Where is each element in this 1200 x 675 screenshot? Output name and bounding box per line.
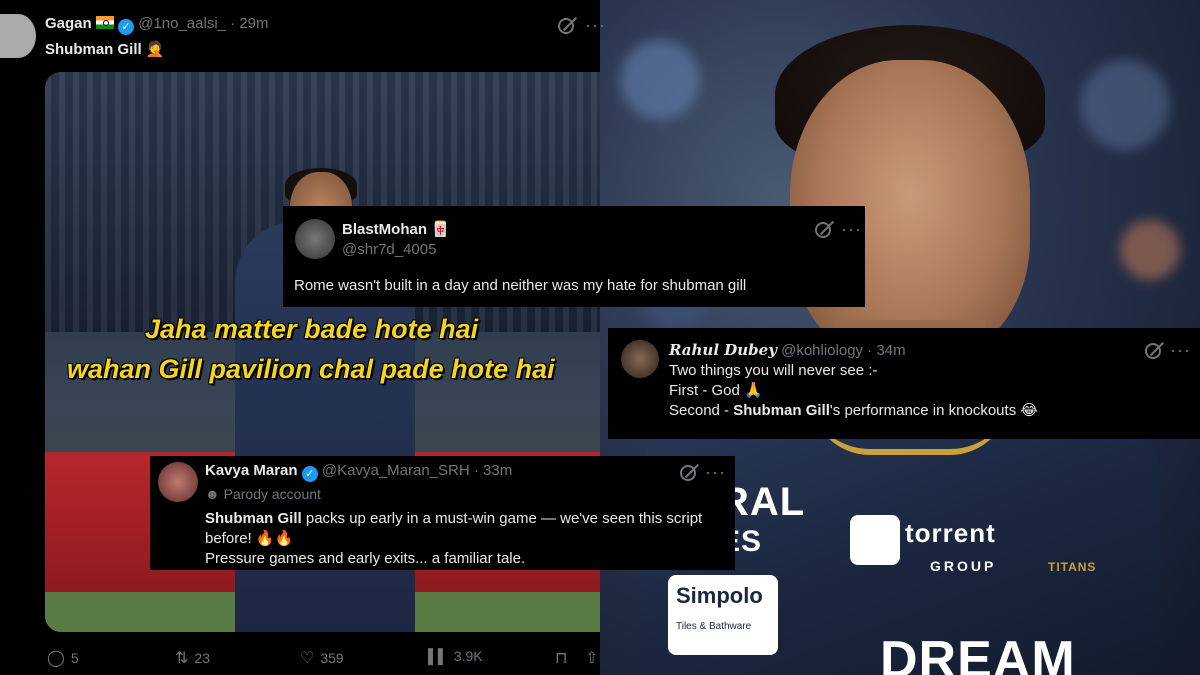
display-name[interactable]: Rahul Dubey <box>669 341 777 359</box>
verified-icon: ✓ <box>301 466 318 482</box>
avatar[interactable] <box>158 462 198 502</box>
timestamp[interactable]: 33m <box>483 462 512 479</box>
main-tweet[interactable]: Gagan ✓ @1no_aalsi_ · 29m ··· Shubman Gi… <box>0 0 605 675</box>
grok-icon[interactable] <box>815 222 831 238</box>
tweet-line-2: First - God 🙏 <box>669 382 763 399</box>
display-name[interactable]: Gagan <box>45 15 92 32</box>
avatar[interactable] <box>295 219 335 259</box>
like-button[interactable]: ♡ 359 <box>300 648 344 668</box>
display-name[interactable]: Kavya Maran <box>205 462 298 479</box>
torrent-logo <box>850 515 900 565</box>
like-count: 359 <box>320 650 344 666</box>
tweet-card-blastmohan[interactable]: BlastMohan 🀄 @shr7d_4005 ··· Rome wasn't… <box>283 206 865 307</box>
tweet-line-3: Second - Shubman Gill's performance in k… <box>669 401 1194 421</box>
line3-bold: Shubman Gill <box>733 402 830 419</box>
share-icon: ⇧ <box>585 650 599 667</box>
sponsor-simpolo-label: Simpolo <box>676 583 763 608</box>
views-count: 3.9K <box>453 648 483 664</box>
avatar[interactable] <box>621 340 659 378</box>
avatar[interactable] <box>0 14 36 58</box>
retweet-icon: ⇅ <box>175 650 189 667</box>
tweet-line-1: Shubman Gill packs up early in a must-wi… <box>205 509 730 529</box>
views-icon: ▌▌ <box>428 648 448 664</box>
titans-badge: TITANS <box>1048 560 1097 574</box>
grok-icon[interactable] <box>558 18 574 34</box>
more-icon[interactable]: ··· <box>585 16 606 34</box>
heart-icon: ♡ <box>300 650 315 667</box>
repost-button[interactable]: ⇅ 23 <box>175 648 210 668</box>
tweet-line-3: Pressure games and early exits... a fami… <box>205 550 526 567</box>
more-icon[interactable]: ··· <box>705 463 726 481</box>
line3-prefix: Second - <box>669 402 734 419</box>
tweet-text: Two things you will never see :- First -… <box>669 361 1194 421</box>
handle[interactable]: @shr7d_4005 <box>342 241 436 258</box>
tweet-line-1: Two things you will never see :- <box>669 362 878 379</box>
share-button[interactable]: ⇧ <box>585 648 598 668</box>
sponsor-torrent-sub: GROUP <box>930 558 997 574</box>
tweet-line-2: before! 🔥🔥 <box>205 530 294 547</box>
handle[interactable]: @1no_aalsi_ <box>138 15 226 32</box>
line3-suffix: 's performance in knockouts 😂 <box>829 402 1038 419</box>
reply-button[interactable]: ◯ 5 <box>47 648 79 668</box>
meme-caption-line-2: wahan Gill pavilion chal pade hote hai <box>67 354 555 384</box>
more-icon[interactable]: ··· <box>841 220 862 238</box>
sponsor-simpolo-sub: Tiles & Bathware <box>676 621 752 632</box>
bold-name: Shubman Gill <box>205 510 302 527</box>
handle[interactable]: @kohliology <box>781 342 863 359</box>
jersey-bottom-text: DREAM <box>880 631 1076 675</box>
more-icon[interactable]: ··· <box>1170 341 1191 359</box>
tweet-text: Shubman Gill packs up early in a must-wi… <box>205 509 730 569</box>
meme-caption-line-1: Jaha matter bade hote hai <box>145 314 479 344</box>
timestamp[interactable]: 34m <box>876 342 905 359</box>
sponsor-simpolo: Simpolo Tiles & Bathware <box>668 575 778 655</box>
bookmark-button[interactable]: ⊓ <box>555 648 567 668</box>
parody-label: Parody account <box>223 486 321 502</box>
tweet-card-kavya[interactable]: Kavya Maran ✓ @Kavya_Maran_SRH · 33m ···… <box>150 456 735 570</box>
parody-mask-icon: ☻ <box>205 486 220 502</box>
handle[interactable]: @Kavya_Maran_SRH <box>322 462 470 479</box>
separator-dot: · <box>867 342 873 359</box>
tweet-text: Rome wasn't built in a day and neither w… <box>294 277 747 294</box>
mahjong-emoji: 🀄 <box>431 221 450 238</box>
facepalm-emoji: 🤦 <box>145 41 165 58</box>
reply-count: 5 <box>70 650 79 666</box>
bookmark-icon: ⊓ <box>555 650 568 667</box>
verified-icon: ✓ <box>118 19 135 35</box>
line1-rest: packs up early in a must-win game — we'v… <box>301 510 703 527</box>
repost-count: 23 <box>194 650 210 666</box>
display-name[interactable]: BlastMohan <box>342 221 427 238</box>
tweet-card-rahul[interactable]: Rahul Dubey @kohliology · 34m ··· Two th… <box>608 328 1200 439</box>
timestamp[interactable]: 29m <box>239 15 268 32</box>
tweet-text: Shubman Gill <box>45 41 142 58</box>
sponsor-torrent: torrent <box>905 518 996 548</box>
grok-icon[interactable] <box>1145 343 1161 359</box>
india-flag-icon <box>95 16 114 29</box>
reply-icon: ◯ <box>47 650 65 667</box>
separator-dot: · <box>473 462 479 479</box>
separator-dot: · <box>230 15 236 32</box>
grok-icon[interactable] <box>680 465 696 481</box>
views-button[interactable]: ▌▌ 3.9K <box>428 648 483 664</box>
